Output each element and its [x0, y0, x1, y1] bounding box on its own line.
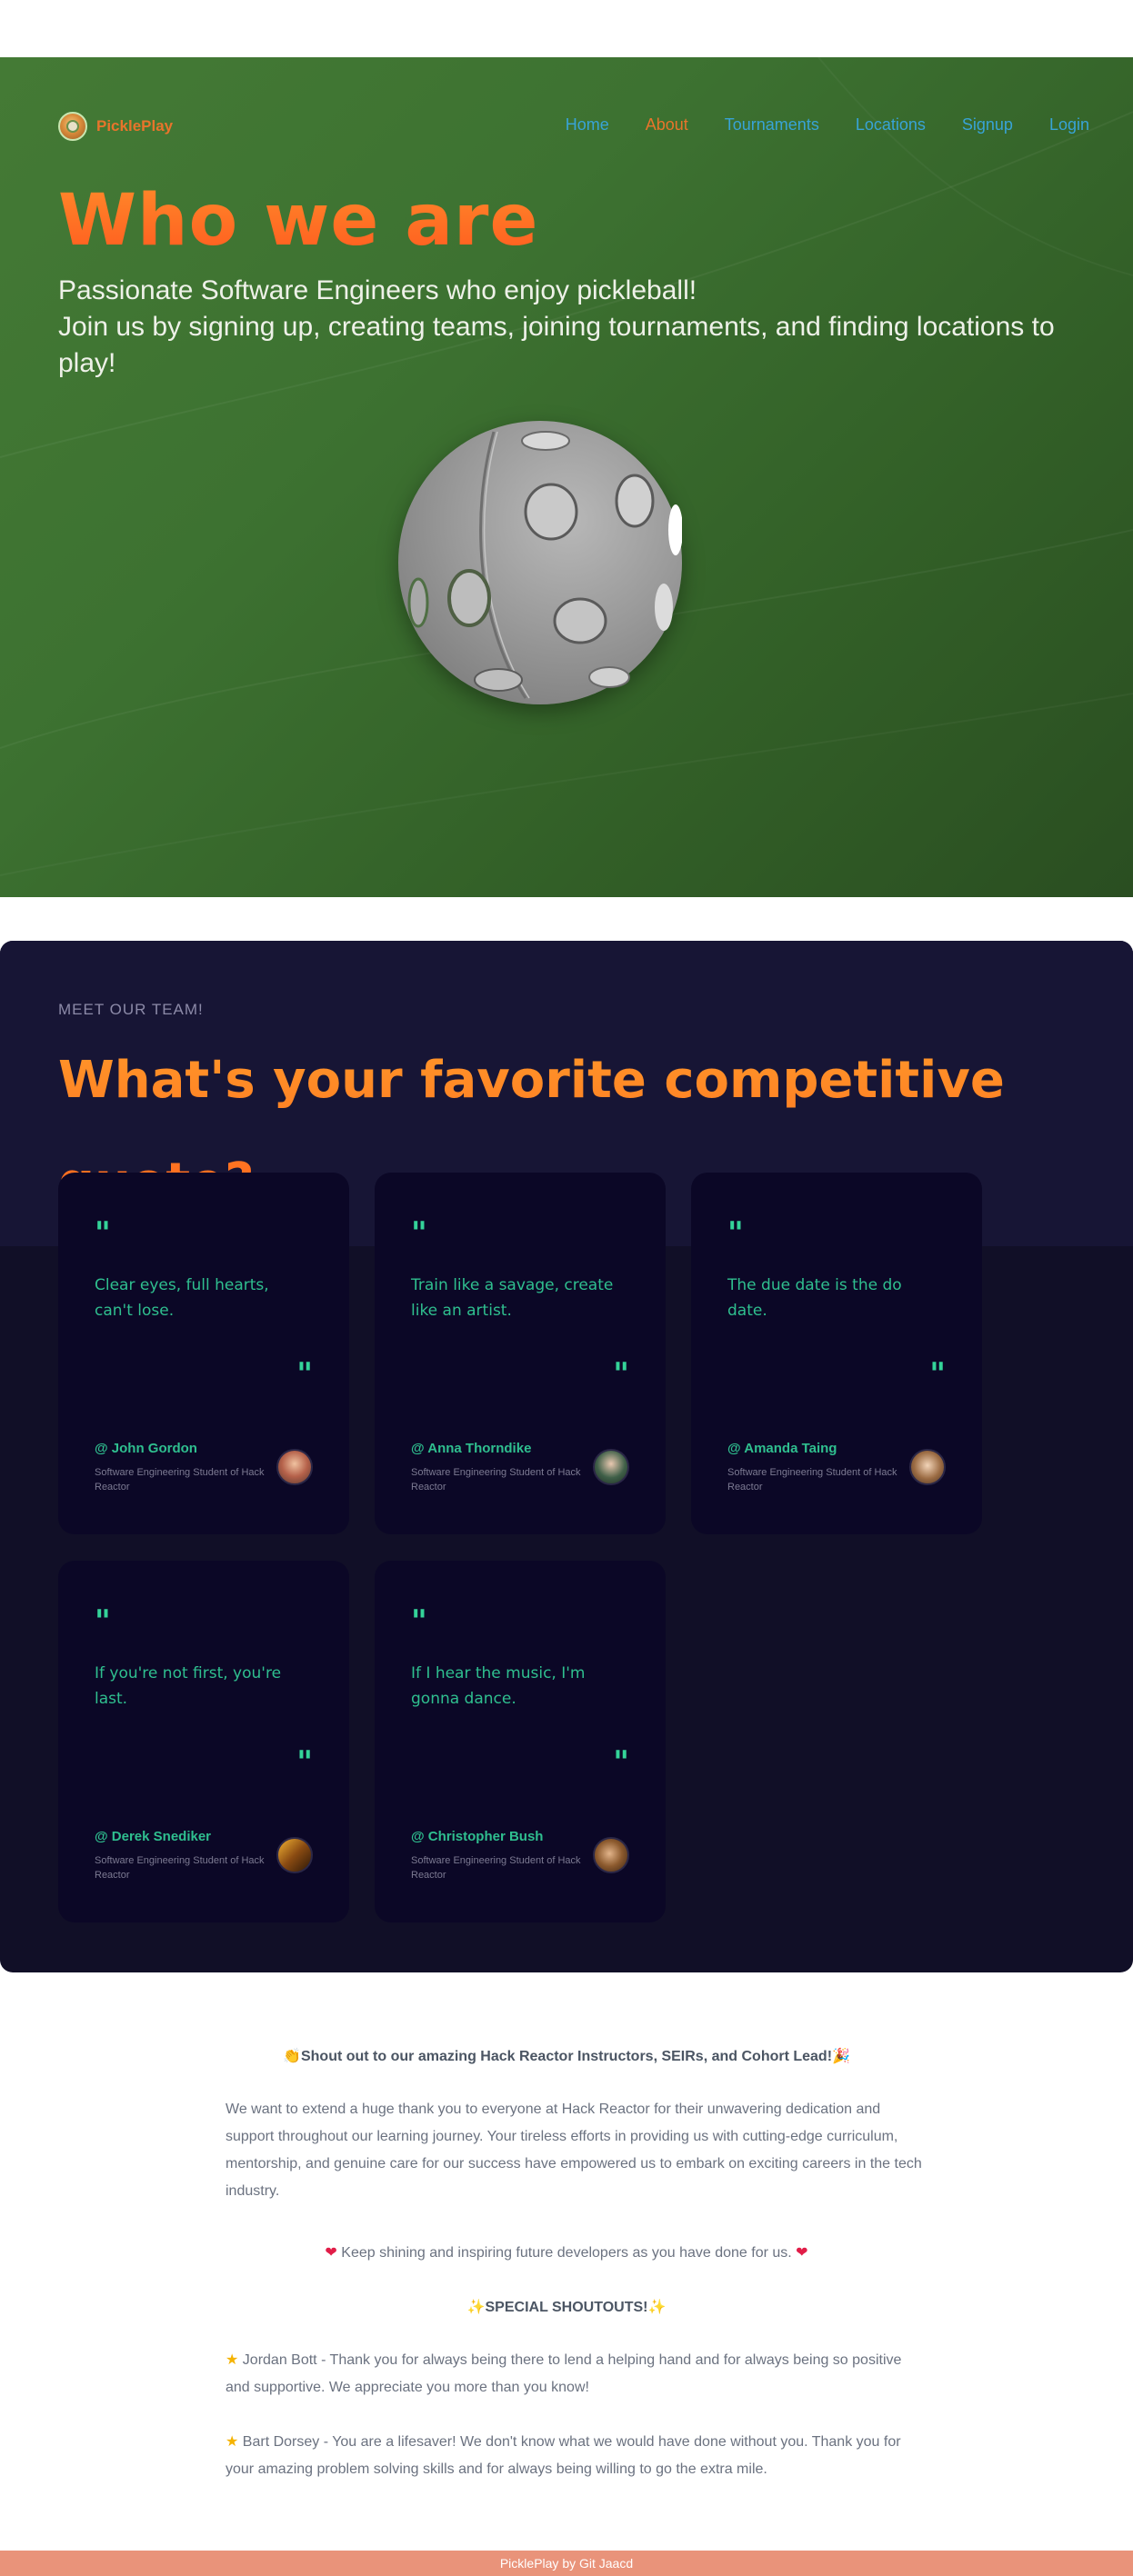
footer: PicklePlay by Git Jaacd	[0, 2551, 1133, 2576]
open-quote-icon: "	[411, 1215, 427, 1252]
pickleball-logo-icon	[58, 112, 87, 141]
red-heart-icon: ❤	[325, 2245, 337, 2261]
open-quote-icon: "	[727, 1215, 744, 1252]
member-role: Software Engineering Student of Hack Rea…	[95, 1467, 265, 1493]
team-card-anna-thorndike: " Train like a savage, create like an ar…	[375, 1173, 666, 1534]
close-quote-icon: "	[613, 1744, 629, 1781]
shoutout-jordan-bott: ★ Jordan Bott - Thank you for always bei…	[226, 2347, 926, 2401]
team-card-christopher-bush: " If I hear the music, I'm gonna dance. …	[375, 1561, 666, 1922]
hero-title: Who we are	[58, 180, 539, 262]
special-shoutouts-row: ✨SPECIAL SHOUTOUTS!✨	[0, 2298, 1133, 2316]
team-card-amanda-taing: " The due date is the do date. " @ Amand…	[691, 1173, 982, 1534]
shoutout-text: Bart Dorsey - You are a lifesaver! We do…	[226, 2434, 901, 2477]
close-quote-icon: "	[296, 1356, 313, 1393]
close-quote-icon: "	[296, 1744, 313, 1781]
member-quote: Train like a savage, create like an arti…	[411, 1276, 614, 1320]
hero-tagline-line2: Join us by signing up, creating teams, j…	[58, 312, 1055, 378]
shoutout-text: Jordan Bott - Thank you for always being…	[226, 2352, 902, 2395]
nav-brand[interactable]: PicklePlay	[58, 112, 173, 141]
main-nav: Home About Tournaments Locations Signup …	[566, 115, 1089, 135]
nav-link-locations[interactable]: Locations	[856, 115, 926, 135]
hero-tagline-line1: Passionate Software Engineers who enjoy …	[58, 275, 697, 305]
nav-link-tournaments[interactable]: Tournaments	[725, 115, 819, 135]
member-quote: If I hear the music, I'm gonna dance.	[411, 1664, 586, 1708]
thanks-paragraph: We want to extend a huge thank you to ev…	[226, 2102, 922, 2199]
party-popper-icon: 🎉	[832, 2049, 850, 2064]
sparkles-icon: ✨	[647, 2300, 667, 2315]
member-role: Software Engineering Student of Hack Rea…	[411, 1855, 581, 1881]
clapping-hands-icon: 👏	[283, 2049, 301, 2064]
member-role: Software Engineering Student of Hack Rea…	[411, 1467, 581, 1493]
avatar	[593, 1449, 629, 1485]
open-quote-icon: "	[95, 1603, 111, 1640]
close-quote-icon: "	[613, 1356, 629, 1393]
open-quote-icon: "	[411, 1603, 427, 1640]
member-role: Software Engineering Student of Hack Rea…	[95, 1855, 265, 1881]
hero-section: PicklePlay Home About Tournaments Locati…	[0, 57, 1133, 897]
star-icon: ★	[226, 2352, 239, 2368]
avatar	[276, 1837, 313, 1873]
avatar	[593, 1837, 629, 1873]
member-name[interactable]: @ Anna Thorndike	[411, 1441, 531, 1456]
shoutout-bart-dorsey: ★ Bart Dorsey - You are a lifesaver! We …	[226, 2429, 926, 2483]
nav-link-login[interactable]: Login	[1049, 115, 1089, 135]
thanks-heading: Shout out to our amazing Hack Reactor In…	[300, 2049, 833, 2064]
red-heart-icon: ❤	[796, 2245, 808, 2261]
hero-tagline: Passionate Software Engineers who enjoy …	[58, 273, 1077, 382]
star-icon: ★	[226, 2434, 239, 2450]
open-quote-icon: "	[95, 1215, 111, 1252]
team-card-john-gordon: " Clear eyes, full hearts, can't lose. "…	[58, 1173, 349, 1534]
team-eyebrow: MEET OUR TEAM!	[58, 1001, 204, 1018]
brand-name: PicklePlay	[96, 117, 174, 135]
thanks-section: 👏Shout out to our amazing Hack Reactor I…	[0, 1972, 1133, 2554]
member-name[interactable]: @ Derek Snediker	[95, 1829, 211, 1844]
member-name[interactable]: @ Amanda Taing	[727, 1441, 837, 1456]
nav-link-home[interactable]: Home	[566, 115, 609, 135]
member-quote: If you're not first, you're last.	[95, 1664, 282, 1708]
member-role: Software Engineering Student of Hack Rea…	[727, 1467, 897, 1493]
member-quote: The due date is the do date.	[727, 1276, 902, 1320]
avatar	[909, 1449, 946, 1485]
team-section: MEET OUR TEAM! What's your favorite comp…	[0, 941, 1133, 1972]
special-shoutouts-heading: SPECIAL SHOUTOUTS!	[485, 2300, 648, 2315]
nav-link-about[interactable]: About	[646, 115, 688, 135]
team-card-derek-snediker: " If you're not first, you're last. " @ …	[58, 1561, 349, 1922]
keep-shining-row: ❤ Keep shining and inspiring future deve…	[0, 2243, 1133, 2261]
member-name[interactable]: @ Christopher Bush	[411, 1829, 543, 1844]
thanks-heading-row: 👏Shout out to our amazing Hack Reactor I…	[0, 2047, 1133, 2065]
member-name[interactable]: @ John Gordon	[95, 1441, 197, 1456]
pickleball-image	[398, 421, 682, 704]
close-quote-icon: "	[929, 1356, 946, 1393]
avatar	[276, 1449, 313, 1485]
sparkles-icon: ✨	[466, 2300, 486, 2315]
member-quote: Clear eyes, full hearts, can't lose.	[95, 1276, 269, 1320]
nav-link-signup[interactable]: Signup	[962, 115, 1013, 135]
keep-shining-text: Keep shining and inspiring future develo…	[341, 2245, 792, 2261]
